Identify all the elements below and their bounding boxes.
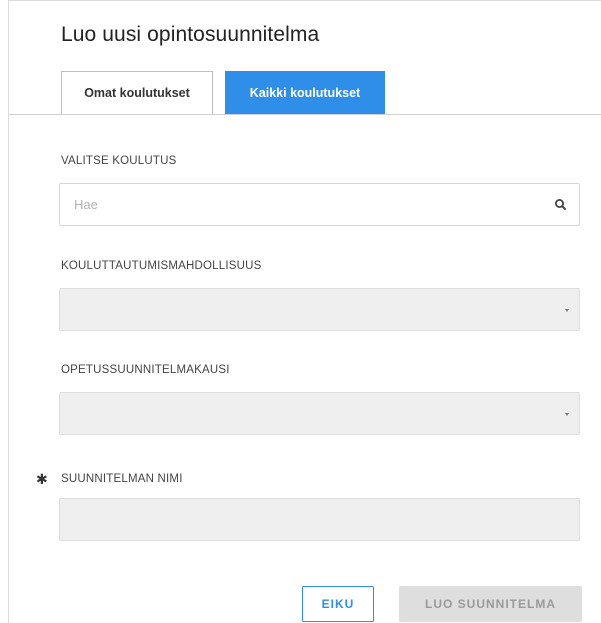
curriculum-period-label: OPETUSSUUNNITELMAKAUSI bbox=[61, 364, 230, 376]
education-search-input[interactable]: Hae bbox=[59, 183, 580, 226]
tab-bar: Omat koulutukset Kaikki koulutukset bbox=[61, 71, 385, 115]
caret-down-icon bbox=[565, 413, 569, 416]
tab-all-educations[interactable]: Kaikki koulutukset bbox=[225, 71, 385, 114]
create-plan-dialog: Luo uusi opintosuunnitelma Omat koulutuk… bbox=[8, 0, 601, 623]
tab-own-educations[interactable]: Omat koulutukset bbox=[61, 71, 213, 114]
opportunity-select[interactable] bbox=[59, 288, 580, 331]
plan-name-input[interactable] bbox=[59, 498, 580, 541]
required-asterisk-icon: ✱ bbox=[36, 471, 48, 487]
tab-divider bbox=[9, 114, 601, 115]
search-placeholder: Hae bbox=[74, 197, 98, 212]
cancel-button[interactable]: EIKU bbox=[302, 586, 374, 622]
opportunity-label: KOULUTTAUTUMISMAHDOLLISUUS bbox=[61, 260, 262, 272]
education-label: VALITSE KOULUTUS bbox=[61, 155, 177, 167]
plan-name-label: SUUNNITELMAN NIMI bbox=[61, 473, 183, 485]
caret-down-icon bbox=[565, 309, 569, 312]
create-plan-button[interactable]: LUO SUUNNITELMA bbox=[399, 586, 582, 622]
search-icon[interactable] bbox=[553, 197, 569, 213]
dialog-title: Luo uusi opintosuunnitelma bbox=[61, 23, 320, 46]
curriculum-period-select[interactable] bbox=[59, 392, 580, 435]
